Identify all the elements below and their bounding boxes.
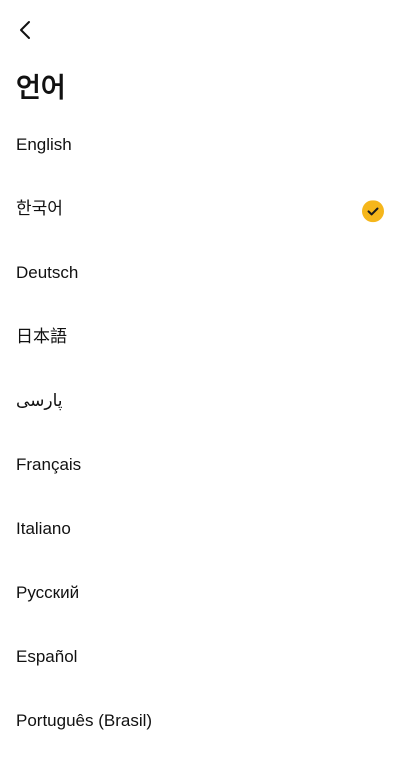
language-label: Italiano (16, 519, 71, 538)
language-label: Русский (16, 583, 80, 602)
language-item-french[interactable]: Français (0, 433, 400, 497)
language-item-persian[interactable]: پارسی (0, 369, 400, 433)
language-item-spanish[interactable]: Español (0, 625, 400, 689)
selected-check-icon (362, 200, 384, 223)
chevron-left-icon (20, 21, 30, 39)
page-title: 언어 (16, 73, 66, 103)
back-button[interactable] (10, 14, 42, 46)
language-label: پارسی (16, 391, 63, 410)
language-label: Español (16, 647, 78, 666)
language-item-italian[interactable]: Italiano (0, 497, 400, 561)
language-item-german[interactable]: Deutsch (0, 241, 400, 305)
language-label: English (16, 135, 72, 154)
language-label: Português (Brasil) (16, 711, 153, 730)
top-bar (0, 0, 400, 60)
language-item-korean[interactable]: 한국어 (0, 177, 400, 241)
language-settings-screen: 언어 English 한국어 Deutsch 日本語 پارسی Françai… (0, 0, 400, 776)
language-label: 한국어 (16, 199, 63, 218)
language-list: English 한국어 Deutsch 日本語 پارسی Français I… (0, 113, 400, 753)
language-label: 日本語 (16, 327, 67, 346)
language-item-english[interactable]: English (0, 113, 400, 177)
language-item-russian[interactable]: Русский (0, 561, 400, 625)
language-item-japanese[interactable]: 日本語 (0, 305, 400, 369)
language-label: Deutsch (16, 263, 79, 282)
language-label: Français (16, 455, 82, 474)
language-item-portuguese-brazil[interactable]: Português (Brasil) (0, 689, 400, 753)
